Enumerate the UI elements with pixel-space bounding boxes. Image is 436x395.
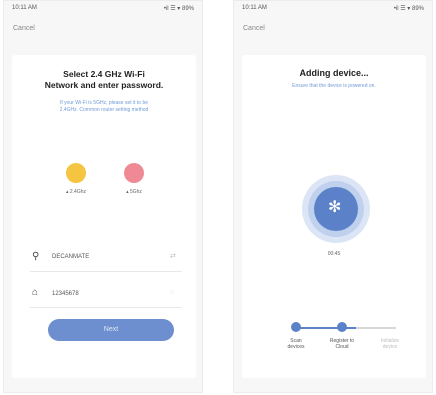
band-24-icon: [66, 163, 86, 183]
adding-device-screen: 10:11 AM •il ☰ ▾ 89% Cancel Adding devic…: [233, 0, 433, 393]
page-title-line1: Select 2.4 GHz Wi-Fi: [63, 69, 145, 79]
progress-track-pending: [356, 327, 396, 329]
progress-card: Adding device... Ensure that the device …: [242, 55, 426, 378]
wifi-icon: ⚲: [32, 251, 40, 262]
cancel-button[interactable]: Cancel: [243, 25, 265, 32]
page-title: Adding device...: [299, 68, 369, 78]
gear-icon: ✻: [328, 199, 342, 216]
cancel-button[interactable]: Cancel: [13, 25, 35, 32]
status-time: 10:11 AM: [242, 5, 267, 11]
step-label-2: Register to Cloud: [329, 338, 355, 350]
hint-line2[interactable]: 2.4GHz. Common router setting method: [22, 107, 186, 114]
status-icons: •il ☰ ▾ 89%: [163, 6, 194, 12]
wifi-card: Select 2.4 GHz Wi-Fi Network and enter p…: [12, 55, 196, 378]
step-label-1: Scan devices: [287, 338, 305, 350]
progress-track-done: [296, 327, 356, 329]
status-bar: 10:11 AM •il ☰ ▾ 89%: [242, 5, 424, 15]
switch-network-icon[interactable]: ⇄: [170, 252, 176, 260]
ssid-divider: [30, 271, 182, 272]
hint-text: Ensure that the device is powered on.: [292, 83, 376, 89]
status-bar: 10:11 AM •il ☰ ▾ 89%: [12, 5, 194, 15]
ssid-field[interactable]: DECANMATE: [52, 254, 89, 260]
status-time: 10:11 AM: [12, 5, 37, 11]
hint-line1: If your Wi-Fi is 5GHz, please set it to …: [59, 100, 149, 106]
show-password-icon[interactable]: ◌: [170, 289, 174, 296]
page-title-line2: Network and enter password.: [44, 80, 164, 90]
progress-timer: 00:45: [327, 251, 341, 257]
password-divider: [30, 307, 182, 308]
next-button[interactable]: Next: [48, 319, 174, 341]
lock-icon: ⌂: [32, 287, 39, 298]
password-field[interactable]: 12345678: [52, 291, 79, 297]
step-label-3: Initialize device: [380, 338, 400, 350]
band-5-icon: [124, 163, 144, 183]
status-icons: •il ☰ ▾ 89%: [393, 6, 424, 12]
band-24-label: ▴ 2.4Ghz: [65, 189, 87, 195]
step-dot-1: [291, 322, 301, 332]
band-5-label: ▴ 5Ghz: [126, 189, 142, 195]
wifi-setup-screen: 10:11 AM •il ☰ ▾ 89% Cancel Select 2.4 G…: [3, 0, 203, 393]
step-dot-2: [337, 322, 347, 332]
